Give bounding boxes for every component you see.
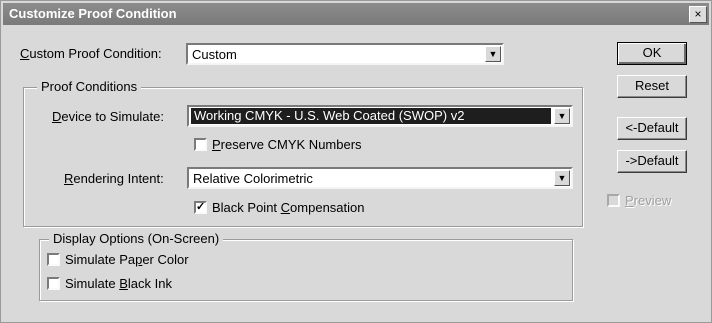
simulate-paper-color-label: Simulate Paper Color bbox=[65, 252, 189, 267]
rendering-intent-select[interactable]: Relative Colorimetric ▼ bbox=[187, 167, 573, 189]
custom-proof-condition-value: Custom bbox=[192, 47, 237, 62]
customize-proof-dialog: Customize Proof Condition × Custom Proof… bbox=[0, 0, 712, 323]
title-bar: Customize Proof Condition × bbox=[3, 3, 709, 25]
reset-button[interactable]: Reset bbox=[617, 75, 687, 98]
chevron-down-icon[interactable]: ▼ bbox=[485, 46, 501, 62]
simulate-black-ink-label: Simulate Black Ink bbox=[65, 276, 172, 291]
display-options-group bbox=[39, 239, 573, 301]
simulate-paper-color-checkbox[interactable] bbox=[47, 253, 60, 266]
simulate-black-ink-checkbox[interactable] bbox=[47, 277, 60, 290]
window-title: Customize Proof Condition bbox=[9, 6, 177, 21]
load-default-button[interactable]: <-Default bbox=[617, 117, 687, 140]
black-point-compensation-checkbox[interactable]: ✓ bbox=[194, 201, 207, 214]
save-default-button[interactable]: ->Default bbox=[617, 150, 687, 173]
check-icon: ✓ bbox=[196, 201, 206, 213]
rendering-intent-label: Rendering Intent: bbox=[64, 171, 164, 186]
custom-proof-condition-label: Custom Proof Condition: bbox=[20, 46, 162, 61]
rendering-intent-value: Relative Colorimetric bbox=[193, 171, 313, 186]
custom-proof-condition-select[interactable]: Custom ▼ bbox=[186, 43, 504, 65]
ok-button[interactable]: OK bbox=[617, 42, 687, 65]
display-options-legend: Display Options (On-Screen) bbox=[49, 231, 224, 246]
device-to-simulate-select[interactable]: Working CMYK - U.S. Web Coated (SWOP) v2… bbox=[187, 105, 573, 127]
black-point-compensation-label: Black Point Compensation bbox=[212, 200, 365, 215]
preview-checkbox[interactable] bbox=[607, 194, 620, 207]
preserve-cmyk-checkbox[interactable] bbox=[194, 138, 207, 151]
chevron-down-icon[interactable]: ▼ bbox=[554, 108, 570, 124]
chevron-down-icon[interactable]: ▼ bbox=[554, 170, 570, 186]
proof-conditions-legend: Proof Conditions bbox=[37, 79, 142, 94]
device-to-simulate-value: Working CMYK - U.S. Web Coated (SWOP) v2 bbox=[191, 108, 551, 124]
preview-label: Preview bbox=[625, 193, 672, 208]
preserve-cmyk-label: Preserve CMYK Numbers bbox=[212, 137, 362, 152]
close-icon[interactable]: × bbox=[689, 6, 707, 23]
device-to-simulate-label: Device to Simulate: bbox=[52, 109, 164, 124]
